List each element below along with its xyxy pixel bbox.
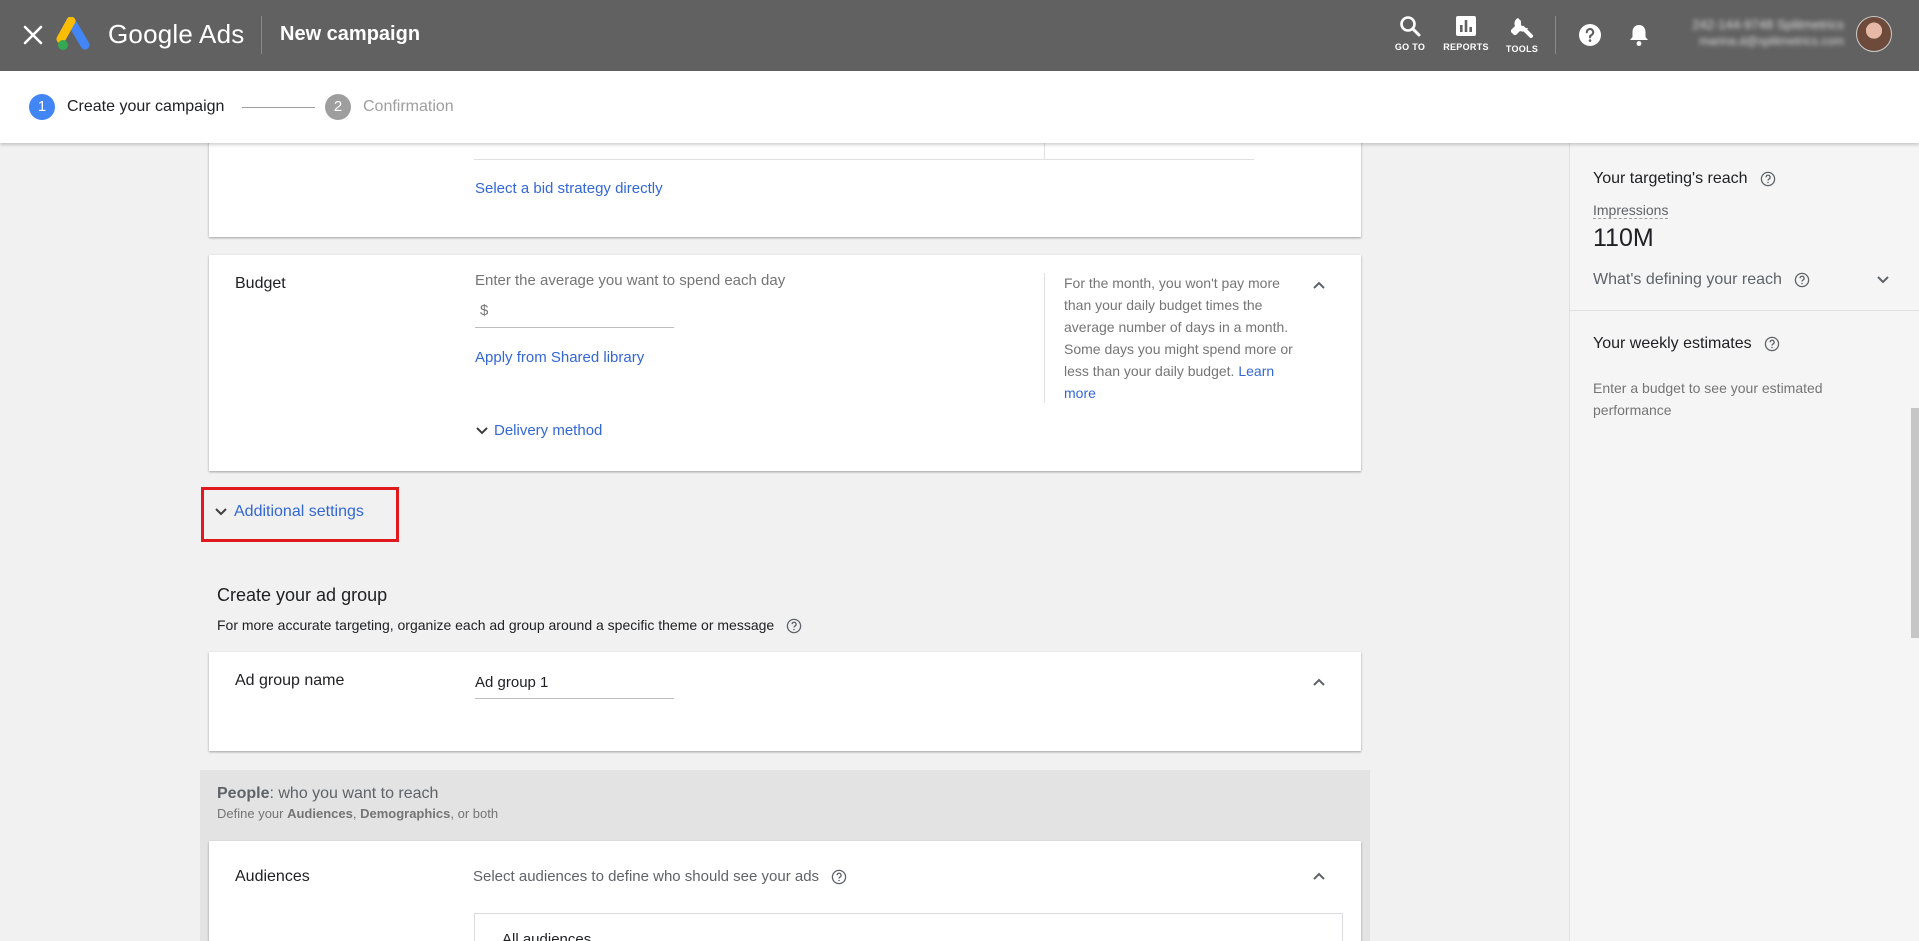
reach-sidebar: Your targeting's reach Impressions 110M … bbox=[1569, 143, 1919, 941]
tools-button[interactable]: TOOLS bbox=[1492, 14, 1552, 54]
tools-label: TOOLS bbox=[1505, 44, 1539, 54]
reach-title: Your targeting's reach bbox=[1593, 170, 1776, 188]
step-1-number: 1 bbox=[29, 94, 55, 120]
impressions-value: 110M bbox=[1593, 224, 1654, 252]
brand-name[interactable]: Google Ads bbox=[108, 19, 244, 50]
additional-settings-label: Additional settings bbox=[234, 503, 364, 520]
ad-group-description: For more accurate targeting, organize ea… bbox=[217, 617, 802, 634]
audiences-browse-box[interactable]: All audiences bbox=[474, 913, 1343, 941]
ad-group-name-input[interactable]: Ad group 1 bbox=[475, 668, 674, 699]
account-info[interactable]: 242-144-9748 Splitmetrics marina.d@split… bbox=[1672, 17, 1844, 49]
ad-group-name-label: Ad group name bbox=[235, 672, 345, 689]
step-connector bbox=[242, 107, 315, 108]
divider bbox=[1044, 140, 1045, 160]
audiences-card: Audiences Select audiences to define who… bbox=[209, 841, 1361, 941]
top-app-bar: Google Ads New campaign GO TO REPORTS TO… bbox=[0, 0, 1919, 71]
google-ads-logo-icon[interactable] bbox=[56, 17, 96, 53]
audiences-prompt-text: Select audiences to define who should se… bbox=[473, 868, 820, 885]
bar-chart-icon bbox=[1456, 16, 1476, 36]
chevron-down-icon[interactable] bbox=[1876, 275, 1890, 285]
notifications-bell-icon[interactable] bbox=[1627, 22, 1651, 48]
weekly-estimates-title: Your weekly estimates bbox=[1593, 335, 1780, 353]
people-sub-suffix: , or both bbox=[450, 806, 499, 821]
defining-reach-text: What's defining your reach bbox=[1593, 271, 1782, 288]
help-circle-icon[interactable] bbox=[1794, 272, 1810, 288]
divider bbox=[1555, 16, 1556, 54]
step-2-number: 2 bbox=[325, 94, 351, 120]
help-icon[interactable] bbox=[1578, 23, 1602, 47]
campaign-stepper: 1 Create your campaign 2 Confirmation bbox=[0, 71, 1919, 143]
people-sub-comma: , bbox=[352, 806, 361, 821]
reach-title-text: Your targeting's reach bbox=[1593, 170, 1748, 187]
select-bid-strategy-link[interactable]: Select a bid strategy directly bbox=[475, 180, 663, 197]
people-sub-audiences: Audiences bbox=[287, 806, 353, 821]
chevron-down-icon bbox=[215, 508, 227, 516]
delivery-method-label: Delivery method bbox=[494, 422, 603, 439]
budget-title: Budget bbox=[235, 275, 286, 292]
weekly-estimates-text: Enter a budget to see your estimated per… bbox=[1593, 380, 1823, 418]
people-sub-prefix: Define your bbox=[217, 806, 288, 821]
people-sub-demographics: Demographics bbox=[360, 806, 451, 821]
search-icon bbox=[1400, 16, 1421, 37]
people-title-bold: People bbox=[217, 785, 270, 802]
ad-group-description-text: For more accurate targeting, organize ea… bbox=[217, 617, 775, 633]
close-icon[interactable] bbox=[20, 22, 46, 48]
weekly-title-text: Your weekly estimates bbox=[1593, 335, 1752, 352]
divider bbox=[1044, 273, 1045, 403]
impressions-label[interactable]: Impressions bbox=[1593, 203, 1669, 219]
step-1-label[interactable]: Create your campaign bbox=[67, 98, 224, 116]
goto-button[interactable]: GO TO bbox=[1380, 14, 1440, 52]
apply-shared-library-link[interactable]: Apply from Shared library bbox=[475, 349, 644, 366]
budget-input[interactable]: $ bbox=[475, 298, 674, 328]
divider bbox=[474, 159, 1254, 160]
divider bbox=[261, 16, 262, 54]
collapse-chevron-up-icon[interactable] bbox=[1312, 678, 1326, 687]
step-2-label[interactable]: Confirmation bbox=[363, 98, 454, 116]
people-subtitle: Define your Audiences, Demographics, or … bbox=[217, 806, 498, 821]
ad-group-heading: Create your ad group bbox=[217, 585, 388, 605]
goto-label: GO TO bbox=[1394, 42, 1426, 52]
wrench-icon bbox=[1511, 18, 1533, 38]
audiences-title: Audiences bbox=[235, 868, 310, 885]
collapse-chevron-up-icon[interactable] bbox=[1312, 281, 1326, 290]
audiences-prompt: Select audiences to define who should se… bbox=[473, 868, 847, 885]
help-circle-icon[interactable] bbox=[1760, 171, 1776, 187]
reports-label: REPORTS bbox=[1443, 42, 1489, 52]
account-id: 242-144-9748 Splitmetrics bbox=[1692, 17, 1844, 32]
people-title: People: who you want to reach bbox=[217, 785, 438, 803]
budget-card: Budget Enter the average you want to spe… bbox=[209, 255, 1361, 471]
currency-symbol: $ bbox=[480, 302, 489, 319]
help-circle-icon[interactable] bbox=[1764, 336, 1780, 352]
chevron-down-icon bbox=[476, 427, 488, 435]
reports-button[interactable]: REPORTS bbox=[1436, 14, 1496, 52]
collapse-chevron-up-icon[interactable] bbox=[1312, 872, 1326, 881]
budget-help-text: For the month, you won't pay more than y… bbox=[1064, 272, 1300, 404]
account-email: marina.d@splitmetrics.com bbox=[1699, 34, 1844, 48]
avatar[interactable] bbox=[1856, 16, 1892, 52]
delivery-method-toggle[interactable]: Delivery method bbox=[475, 422, 602, 439]
scrollbar[interactable] bbox=[1911, 408, 1919, 638]
additional-settings-toggle[interactable]: Additional settings bbox=[214, 503, 364, 521]
page-title: New campaign bbox=[280, 23, 421, 45]
ad-group-name-value: Ad group 1 bbox=[475, 674, 549, 691]
all-audiences-label: All audiences bbox=[502, 931, 592, 941]
ad-group-name-card: Ad group name Ad group 1 bbox=[209, 652, 1361, 751]
people-title-rest: : who you want to reach bbox=[269, 785, 439, 802]
divider bbox=[1570, 310, 1919, 311]
budget-prompt: Enter the average you want to spend each… bbox=[475, 272, 786, 289]
defining-reach-toggle[interactable]: What's defining your reach bbox=[1593, 271, 1810, 289]
help-circle-icon[interactable] bbox=[786, 618, 802, 634]
help-circle-icon[interactable] bbox=[831, 869, 847, 885]
